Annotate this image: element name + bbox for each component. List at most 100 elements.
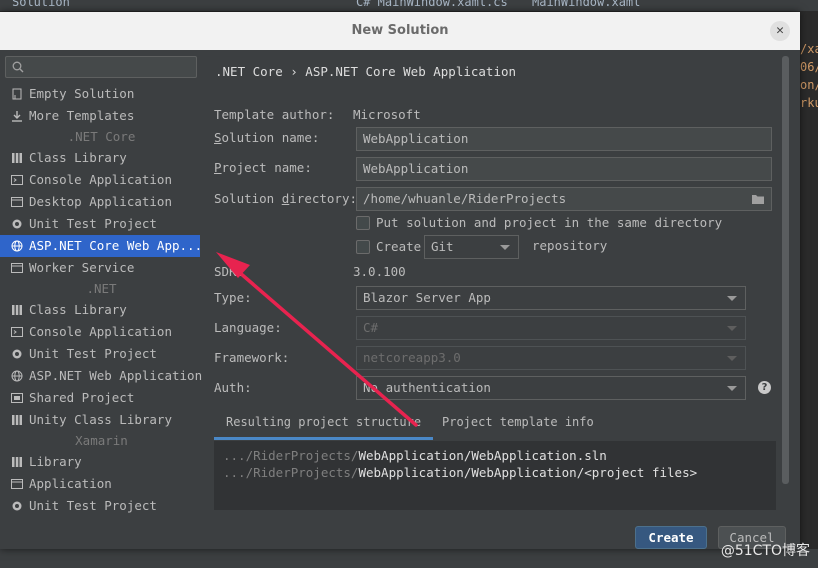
repository-label: repository bbox=[532, 238, 608, 253]
label-text: olution name: bbox=[221, 130, 320, 145]
sidebar-item-label: Class Library bbox=[29, 150, 127, 165]
sidebar-item-label: Application bbox=[29, 476, 112, 491]
sidebar-item-label: Worker Service bbox=[29, 260, 135, 275]
sidebar-item-unity-class-library[interactable]: Unity Class Library bbox=[0, 409, 203, 431]
structure-line: .../RiderProjects/WebApplication/WebAppl… bbox=[223, 447, 776, 464]
sidebar-item-class-library[interactable]: Class Library bbox=[0, 147, 203, 169]
type-select[interactable]: Blazor Server App bbox=[356, 286, 746, 310]
sidebar-item-desktop-application[interactable]: Desktop Application bbox=[0, 191, 203, 213]
breadcrumb: .NET Core › ASP.NET Core Web Application bbox=[215, 64, 517, 79]
auth-value: No authentication bbox=[363, 380, 491, 395]
library-icon bbox=[12, 457, 22, 467]
create-repository-checkbox[interactable] bbox=[356, 240, 370, 254]
solution-name-field[interactable]: WebApplication bbox=[356, 127, 772, 151]
folder-icon[interactable] bbox=[751, 193, 765, 205]
language-select[interactable]: C# bbox=[356, 316, 746, 340]
watermark: @51CTO博客 bbox=[720, 543, 810, 559]
close-button[interactable]: ✕ bbox=[770, 21, 790, 41]
tab-resulting-project-structure[interactable]: Resulting project structure bbox=[214, 410, 434, 440]
sidebar-item-console-application-net[interactable]: Console Application bbox=[0, 321, 203, 343]
scrollbar-thumb[interactable] bbox=[782, 56, 789, 484]
chevron-down-icon bbox=[727, 296, 737, 301]
new-solution-dialog: New Solution ✕ Empty Solution More Templ… bbox=[0, 12, 800, 549]
ide-tab-mainwindow-cs[interactable]: C# MainWindow.xaml.cs bbox=[356, 0, 508, 9]
solution-directory-value: /home/whuanle/RiderProjects bbox=[363, 191, 567, 206]
template-author-label: Template author: bbox=[214, 107, 335, 122]
editor-text: rku bbox=[800, 96, 818, 110]
sidebar-item-aspnet-core-web-app[interactable]: ASP.NET Core Web App... bbox=[0, 235, 203, 257]
editor-text: on/ bbox=[800, 78, 818, 92]
same-directory-checkbox[interactable] bbox=[356, 216, 370, 230]
ide-tab-solution[interactable]: Solution bbox=[12, 0, 70, 9]
globe-icon bbox=[11, 240, 23, 252]
sidebar-item-label: More Templates bbox=[29, 108, 135, 123]
type-value: Blazor Server App bbox=[363, 290, 491, 305]
sidebar-item-worker-service[interactable]: Worker Service bbox=[0, 257, 203, 279]
project-name-field[interactable]: WebApplication bbox=[356, 157, 772, 181]
scrollbar[interactable] bbox=[780, 56, 790, 484]
label-text: irectory: bbox=[289, 191, 357, 206]
solution-directory-label: Solution directory: bbox=[214, 191, 357, 206]
create-label: Create bbox=[376, 239, 422, 254]
solution-directory-field[interactable]: /home/whuanle/RiderProjects bbox=[356, 187, 772, 211]
template-search-input[interactable] bbox=[5, 56, 197, 78]
structure-path-prefix: .../RiderProjects/ bbox=[223, 465, 359, 480]
library-icon bbox=[12, 153, 22, 163]
sidebar-item-aspnet-web-application[interactable]: ASP.NET Web Application bbox=[0, 365, 203, 387]
create-button[interactable]: Create bbox=[635, 526, 707, 549]
download-icon bbox=[12, 111, 22, 122]
sidebar-item-unit-test-project-xamarin[interactable]: Unit Test Project bbox=[0, 495, 203, 517]
auth-select[interactable]: No authentication bbox=[356, 376, 746, 400]
sidebar-item-label: Class Library bbox=[29, 302, 127, 317]
framework-select[interactable]: netcoreapp3.0 bbox=[356, 346, 746, 370]
help-icon[interactable]: ? bbox=[758, 381, 771, 394]
solution-name-label: Solution name: bbox=[214, 130, 319, 145]
group-header-netcore: .NET Core bbox=[67, 129, 136, 144]
dialog-title: New Solution bbox=[0, 12, 800, 50]
ide-tab-mainwindow-xaml[interactable]: MainWindow.xaml bbox=[532, 0, 640, 9]
language-value: C# bbox=[363, 320, 379, 335]
sidebar-item-class-library-net[interactable]: Class Library bbox=[0, 299, 203, 321]
vcs-value: Git bbox=[431, 239, 454, 254]
mnemonic: P bbox=[214, 160, 222, 175]
sidebar-item-label: ASP.NET Core Web App... bbox=[29, 238, 203, 253]
structure-line: .../RiderProjects/WebApplication/WebAppl… bbox=[223, 464, 776, 481]
globe-icon bbox=[11, 370, 23, 382]
app-icon bbox=[11, 479, 23, 489]
vcs-select[interactable]: Git bbox=[424, 235, 519, 259]
sidebar-item-label: ASP.NET Web Application bbox=[29, 368, 203, 383]
language-label: Language: bbox=[214, 320, 282, 335]
project-structure-panel: .../RiderProjects/WebApplication/WebAppl… bbox=[214, 441, 776, 510]
sidebar-item-application[interactable]: Application bbox=[0, 473, 203, 495]
sidebar-item-more-templates[interactable]: More Templates bbox=[0, 105, 203, 127]
project-name-label: Project name: bbox=[214, 160, 312, 175]
template-settings-panel: .NET Core › ASP.NET Core Web Application… bbox=[203, 50, 800, 549]
sidebar-item-label: Desktop Application bbox=[29, 194, 172, 209]
same-directory-label: Put solution and project in the same dir… bbox=[376, 215, 723, 230]
sidebar-item-label: Unity Class Library bbox=[29, 412, 172, 427]
sidebar-item-library[interactable]: Library bbox=[0, 451, 203, 473]
shared-icon bbox=[11, 393, 23, 403]
template-list: Empty Solution More Templates .NET Core … bbox=[0, 83, 203, 517]
desktop-icon bbox=[11, 197, 23, 207]
tab-project-template-info[interactable]: Project template info bbox=[430, 410, 606, 440]
auth-label: Auth: bbox=[214, 380, 252, 395]
sidebar-item-unit-test-project[interactable]: Unit Test Project bbox=[0, 213, 203, 235]
sidebar-item-label: Console Application bbox=[29, 172, 172, 187]
unit-test-icon bbox=[12, 501, 22, 511]
sidebar-item-console-application[interactable]: Console Application bbox=[0, 169, 203, 191]
sidebar-item-unit-test-project-net[interactable]: Unit Test Project bbox=[0, 343, 203, 365]
group-header-xamarin: Xamarin bbox=[75, 433, 128, 448]
type-label: Type: bbox=[214, 290, 252, 305]
sidebar-item-empty-solution[interactable]: Empty Solution bbox=[0, 83, 203, 105]
editor-text: 06/ bbox=[800, 60, 818, 74]
sidebar-item-shared-project[interactable]: Shared Project bbox=[0, 387, 203, 409]
group-header-net: .NET bbox=[86, 281, 117, 296]
sidebar-item-label: Unit Test Project bbox=[29, 346, 157, 361]
sidebar-item-label: Unit Test Project bbox=[29, 498, 157, 513]
template-author-value: Microsoft bbox=[353, 107, 421, 122]
unit-test-icon bbox=[12, 219, 22, 229]
info-tabs: Resulting project structure Project temp… bbox=[214, 410, 776, 440]
structure-path: WebApplication/WebApplication.sln bbox=[358, 448, 607, 463]
empty-solution-icon bbox=[12, 88, 22, 100]
